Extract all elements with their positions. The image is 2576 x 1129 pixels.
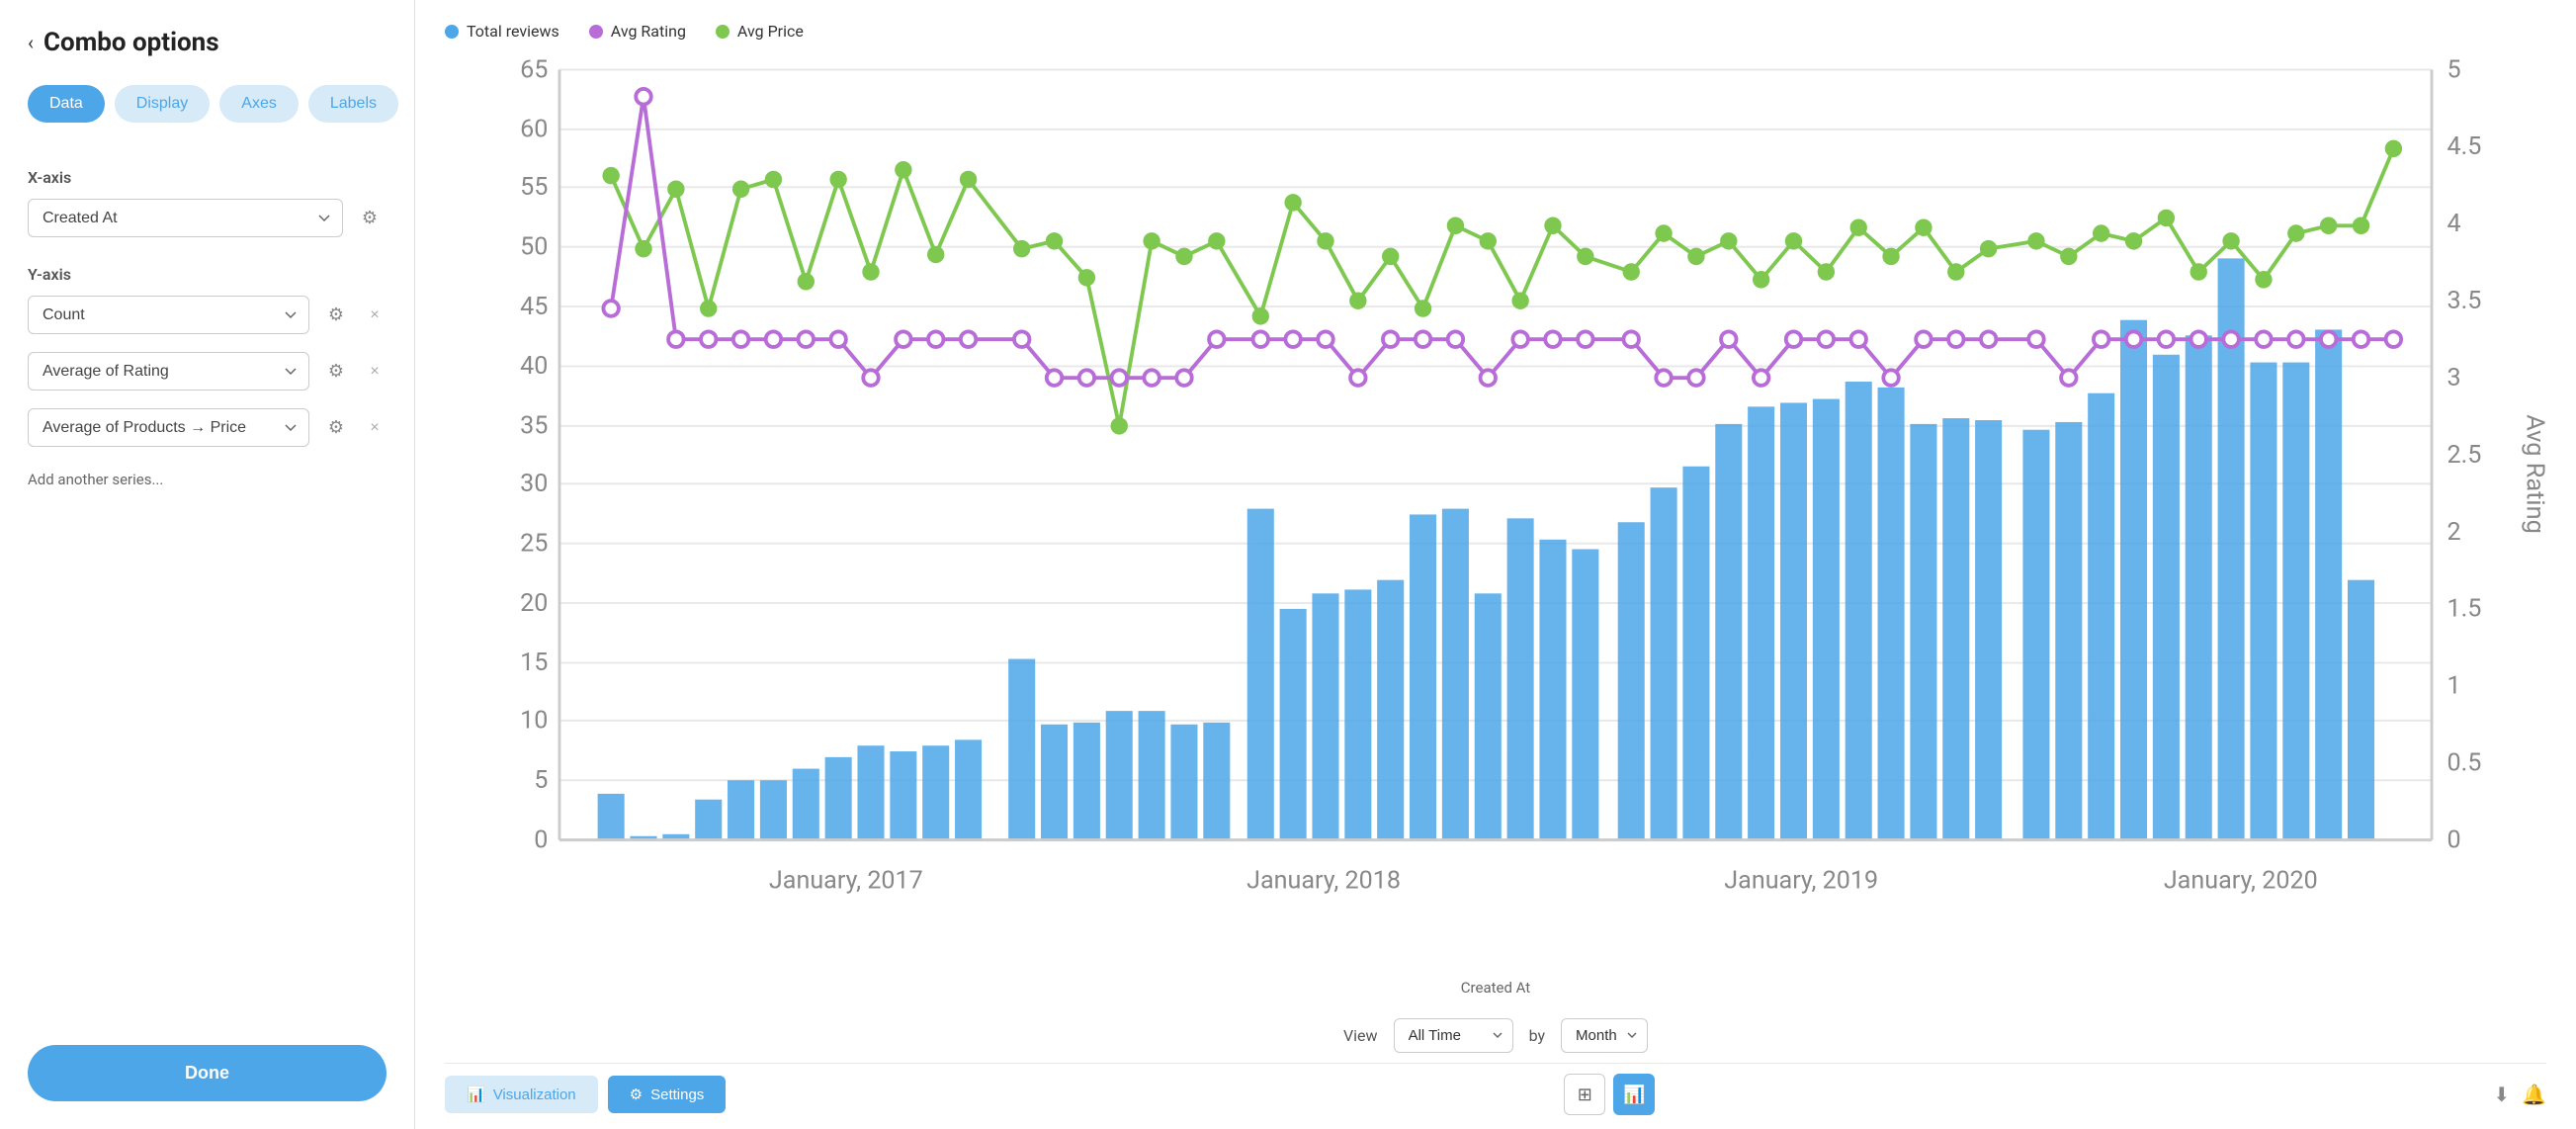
y-axis-select-1[interactable]: Count — [28, 296, 309, 334]
legend-avg-rating: Avg Rating — [589, 22, 686, 41]
y-axis-row-3: Average of Products → Price ⚙ × — [28, 408, 386, 447]
svg-text:30: 30 — [520, 470, 548, 498]
svg-text:15: 15 — [520, 649, 548, 677]
view-label: View — [1343, 1026, 1378, 1045]
tab-axes[interactable]: Axes — [219, 85, 299, 123]
svg-text:35: 35 — [520, 412, 548, 441]
svg-text:25: 25 — [520, 529, 548, 558]
table-view-button[interactable]: ⊞ — [1564, 1074, 1605, 1115]
y-axis-close-3[interactable]: × — [363, 416, 386, 440]
svg-text:5: 5 — [534, 766, 548, 795]
x-axis-label: X-axis — [28, 168, 386, 187]
tab-labels[interactable]: Labels — [308, 85, 398, 123]
bottom-controls: View All Time Last Year Last Month by Mo… — [445, 1004, 2546, 1063]
y-axis-select-2[interactable]: Average of Rating — [28, 352, 309, 391]
y-axis-gear-2[interactable]: ⚙ — [319, 355, 353, 389]
x-axis-chart-label: Created At — [445, 979, 2546, 997]
by-label: by — [1529, 1026, 1545, 1045]
svg-text:0.5: 0.5 — [2447, 748, 2481, 777]
svg-text:January, 2017: January, 2017 — [769, 866, 923, 895]
svg-text:40: 40 — [520, 352, 548, 381]
visualization-button[interactable]: 📊 Visualization — [445, 1076, 598, 1113]
svg-text:4.5: 4.5 — [2447, 132, 2481, 161]
svg-text:January, 2018: January, 2018 — [1246, 866, 1401, 895]
svg-text:65: 65 — [520, 55, 548, 84]
settings-icon: ⚙ — [630, 1086, 643, 1103]
y-axis-close-2[interactable]: × — [363, 360, 386, 384]
table-icon: ⊞ — [1578, 1085, 1592, 1105]
toolbar-bottom: 📊 Visualization ⚙ Settings ⊞ 📊 ⬇ 🔔 — [445, 1063, 2546, 1129]
legend-label-reviews: Total reviews — [467, 22, 559, 41]
legend-row: Total reviews Avg Rating Avg Price — [445, 22, 2546, 41]
bell-icon[interactable]: 🔔 — [2522, 1083, 2546, 1106]
y-axis-gear-1[interactable]: ⚙ — [319, 299, 353, 332]
chart-container: 0 5 10 15 20 25 30 35 40 45 50 55 60 65 … — [445, 50, 2546, 975]
svg-text:0: 0 — [2447, 825, 2460, 854]
tab-data[interactable]: Data — [28, 85, 105, 123]
x-axis-select[interactable]: Created At — [28, 199, 343, 237]
svg-text:3: 3 — [2447, 364, 2460, 392]
settings-label: Settings — [650, 1086, 704, 1103]
svg-text:4: 4 — [2447, 210, 2460, 238]
svg-text:2: 2 — [2447, 518, 2460, 547]
add-series[interactable]: Add another series... — [28, 471, 386, 488]
legend-avg-price: Avg Price — [716, 22, 804, 41]
legend-dot-blue — [445, 25, 459, 39]
svg-text:55: 55 — [520, 173, 548, 202]
toolbar-center: ⊞ 📊 — [1564, 1074, 1655, 1115]
chart-view-button[interactable]: 📊 — [1613, 1074, 1655, 1115]
legend-label-price: Avg Price — [737, 22, 804, 41]
y-axis-close-1[interactable]: × — [363, 304, 386, 327]
svg-text:20: 20 — [520, 589, 548, 618]
y-axis-select-3[interactable]: Average of Products → Price — [28, 408, 309, 447]
svg-text:0: 0 — [534, 825, 548, 854]
svg-text:45: 45 — [520, 293, 548, 321]
y-axis-row-2: Average of Rating ⚙ × — [28, 352, 386, 391]
download-icon[interactable]: ⬇ — [2493, 1083, 2510, 1106]
tab-row: Data Display Axes Labels — [28, 85, 386, 123]
done-button[interactable]: Done — [28, 1045, 386, 1101]
y-axis-label: Y-axis — [28, 265, 386, 284]
legend-dot-green — [716, 25, 730, 39]
svg-text:1: 1 — [2447, 672, 2460, 701]
left-panel: ‹ Combo options Data Display Axes Labels… — [0, 0, 415, 1129]
svg-text:60: 60 — [520, 116, 548, 144]
x-axis-gear[interactable]: ⚙ — [353, 202, 386, 235]
back-arrow[interactable]: ‹ — [28, 31, 34, 54]
visualization-label: Visualization — [493, 1086, 576, 1103]
chart-svg: 0 5 10 15 20 25 30 35 40 45 50 55 60 65 … — [445, 50, 2546, 975]
back-header: ‹ Combo options — [28, 28, 386, 57]
legend-dot-purple — [589, 25, 603, 39]
svg-text:5: 5 — [2447, 55, 2460, 84]
svg-text:50: 50 — [520, 232, 548, 261]
toolbar-left: 📊 Visualization ⚙ Settings — [445, 1076, 726, 1113]
svg-text:1.5: 1.5 — [2447, 595, 2481, 624]
by-select[interactable]: Month Week Day — [1561, 1018, 1648, 1053]
settings-button[interactable]: ⚙ Settings — [608, 1076, 727, 1113]
right-panel: Total reviews Avg Rating Avg Price — [415, 0, 2576, 1129]
y-axis-gear-3[interactable]: ⚙ — [319, 411, 353, 445]
svg-text:10: 10 — [520, 707, 548, 736]
legend-total-reviews: Total reviews — [445, 22, 559, 41]
chart-icon: 📊 — [1623, 1085, 1645, 1105]
x-axis-row: Created At ⚙ — [28, 199, 386, 237]
y-axis-row-1: Count ⚙ × — [28, 296, 386, 334]
svg-text:Avg Rating: Avg Rating — [2521, 414, 2546, 534]
svg-text:3.5: 3.5 — [2447, 287, 2481, 315]
svg-text:2.5: 2.5 — [2447, 441, 2481, 470]
visualization-icon: 📊 — [467, 1086, 485, 1103]
tab-display[interactable]: Display — [115, 85, 210, 123]
svg-text:January, 2020: January, 2020 — [2164, 866, 2318, 895]
toolbar-right: ⬇ 🔔 — [2493, 1083, 2546, 1106]
panel-title: Combo options — [43, 28, 219, 57]
svg-text:January, 2019: January, 2019 — [1724, 866, 1878, 895]
done-btn-wrap: Done — [28, 1015, 386, 1101]
legend-label-rating: Avg Rating — [611, 22, 686, 41]
view-select[interactable]: All Time Last Year Last Month — [1394, 1018, 1513, 1053]
